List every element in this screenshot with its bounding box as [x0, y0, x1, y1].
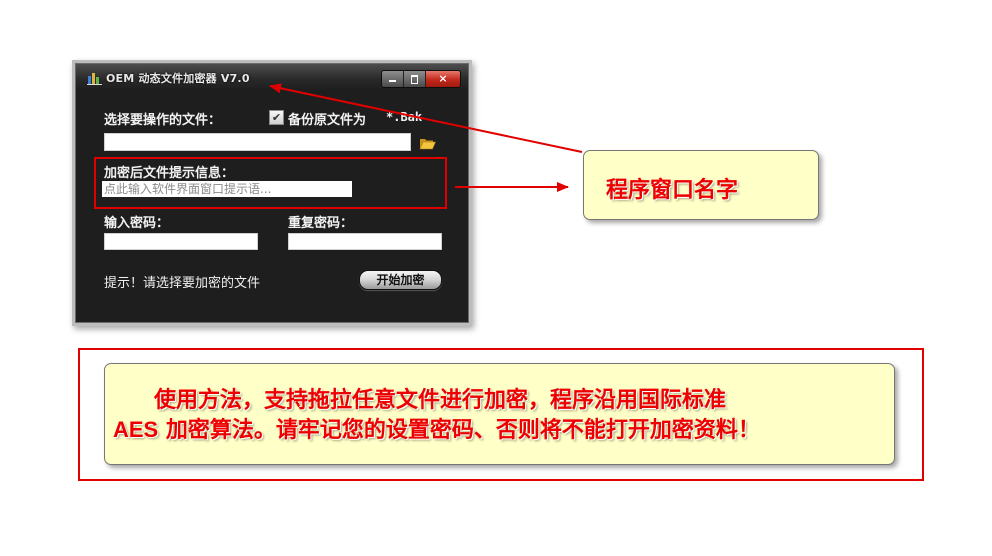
aes-text: AES: [113, 417, 159, 442]
usage-line-1: 使用方法，支持拖拉任意文件进行加密，程序沿用国际标准: [154, 388, 727, 413]
window-name-callout: 程序窗口名字: [583, 150, 819, 220]
arrow-to-title: [269, 83, 583, 153]
usage-line-2: AES 加密算法。请牢记您的设置密码、否则将不能打开加密资料！: [113, 412, 760, 444]
window-name-callout-text: 程序窗口名字: [606, 178, 739, 203]
usage-line-2-rest: 加密算法。请牢记您的设置密码、否则将不能打开加密资料！: [158, 418, 760, 443]
usage-callout: 使用方法，支持拖拉任意文件进行加密，程序沿用国际标准 AES 加密算法。请牢记您…: [104, 363, 895, 465]
